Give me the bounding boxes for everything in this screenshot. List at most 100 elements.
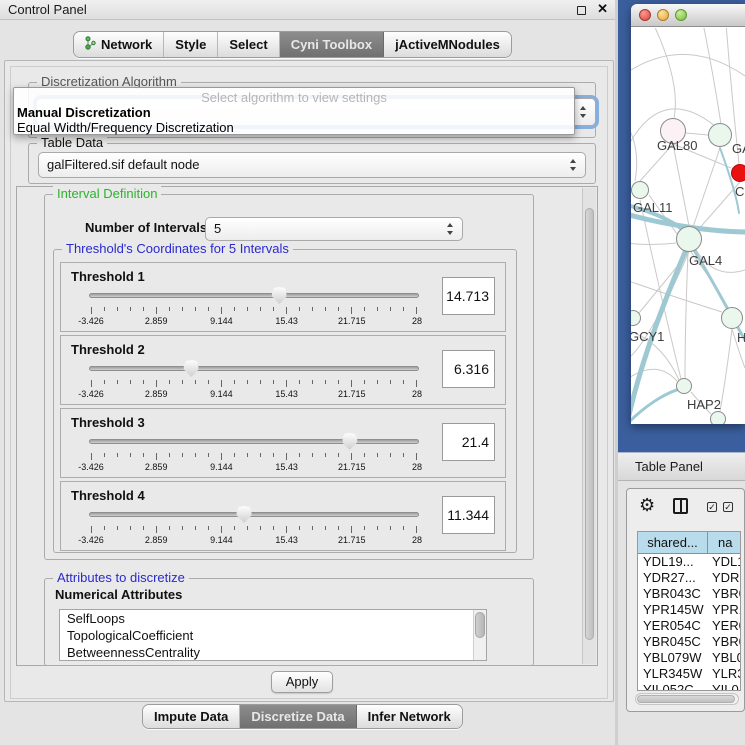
apply-button[interactable]: Apply [271, 671, 333, 693]
network-node-h[interactable] [721, 307, 743, 329]
attribute-list-item[interactable]: SelfLoops [60, 610, 486, 627]
checkbox-checked-icon[interactable]: ✓ [707, 502, 717, 512]
slider-thumb[interactable] [237, 506, 252, 523]
tab-impute-data[interactable]: Impute Data [143, 705, 240, 728]
tick-mark [130, 307, 131, 311]
threshold-slider[interactable]: -3.4262.8599.14415.4321.71528 [89, 506, 419, 546]
settings-gear-icon[interactable]: ⚙ [639, 495, 655, 516]
edge[interactable] [686, 133, 708, 135]
checkbox-checked-icon[interactable]: ✓ [723, 502, 733, 512]
edge[interactable] [653, 28, 675, 118]
edge[interactable] [631, 54, 745, 76]
table-row[interactable]: YPR145WYPR1 [638, 602, 740, 618]
tick-mark [364, 307, 365, 311]
tick-label: 21.715 [338, 535, 366, 545]
scrollbar-thumb[interactable] [637, 695, 735, 703]
table-row[interactable]: YBR045CYBR0 [638, 634, 740, 650]
split-columns-icon[interactable] [673, 498, 688, 514]
table-row[interactable]: YER054CYER0 [638, 618, 740, 634]
threshold-slider[interactable]: -3.4262.8599.14415.4321.71528 [89, 433, 419, 473]
slider-track[interactable] [89, 512, 419, 517]
tab-cyni-toolbox[interactable]: Cyni Toolbox [280, 32, 384, 57]
tick-mark [169, 307, 170, 311]
vertical-scrollbar[interactable] [582, 188, 596, 664]
algorithm-option[interactable]: Equal Width/Frequency Discretization [14, 120, 574, 135]
edge[interactable] [720, 329, 732, 411]
tick-label: 2.859 [145, 389, 168, 399]
table-row[interactable]: YIL052CYIL0 [638, 682, 740, 691]
edge-highlighted[interactable] [631, 388, 683, 424]
tick-mark [234, 453, 235, 457]
slider-track[interactable] [89, 439, 419, 444]
node-label: GCY1 [631, 329, 664, 344]
threshold-slider[interactable]: -3.4262.8599.14415.4321.71528 [89, 287, 419, 327]
table-row[interactable]: YBR043CYBR0 [638, 586, 740, 602]
tick-mark [247, 307, 248, 311]
tick-label: -3.426 [78, 462, 104, 472]
edge[interactable] [631, 280, 722, 312]
right-region: GAL80GACGAL11GAL4GCY1HHAP2 Table Panel ⚙… [618, 0, 745, 745]
attribute-list-item[interactable]: BetweennessCentrality [60, 644, 486, 661]
node-attribute-table[interactable]: shared...na YDL19...YDL1YDR27...YDR2YBR0… [637, 531, 741, 691]
edge[interactable] [673, 144, 689, 226]
float-window-icon[interactable] [577, 6, 586, 15]
list-vertical-scrollbar[interactable] [473, 610, 486, 660]
slider-track[interactable] [89, 366, 419, 371]
tab-network[interactable]: Network [74, 32, 164, 57]
scrollbar-thumb[interactable] [585, 208, 594, 640]
network-canvas[interactable]: GAL80GACGAL11GAL4GCY1HHAP2 [631, 28, 745, 424]
table-row[interactable]: YDR27...YDR2 [638, 570, 740, 586]
edge[interactable] [631, 243, 676, 245]
network-node-c[interactable] [731, 164, 745, 182]
threshold-slider[interactable]: -3.4262.8599.14415.4321.71528 [89, 360, 419, 400]
threshold-value-field[interactable]: 21.4 [442, 423, 495, 461]
algorithm-option[interactable]: Manual Discretization [14, 105, 574, 120]
tab-discretize-data[interactable]: Discretize Data [240, 705, 356, 728]
tick-mark [182, 380, 183, 384]
table-data-combobox[interactable]: galFiltered.sif default node [38, 152, 586, 178]
zoom-traffic-light-icon[interactable] [675, 9, 687, 21]
network-node-ga[interactable] [708, 123, 732, 147]
tab-label: Cyni Toolbox [291, 37, 372, 52]
edge[interactable] [685, 252, 688, 378]
tab-infer-network[interactable]: Infer Network [357, 705, 462, 728]
slider-thumb[interactable] [184, 360, 199, 377]
slider-thumb[interactable] [272, 287, 287, 304]
close-traffic-light-icon[interactable] [639, 9, 651, 21]
column-header[interactable]: na [708, 532, 741, 553]
horizontal-scrollbar[interactable] [635, 693, 739, 705]
minimize-traffic-light-icon[interactable] [657, 9, 669, 21]
edge[interactable] [693, 148, 720, 227]
close-icon[interactable]: ✕ [597, 1, 608, 17]
network-node-hap2[interactable] [676, 378, 692, 394]
threshold-value-field[interactable]: 6.316 [442, 350, 495, 388]
tab-style[interactable]: Style [164, 32, 218, 57]
table-row[interactable]: YBL079WYBL0 [638, 650, 740, 666]
edge[interactable] [703, 28, 721, 124]
tick-mark [416, 380, 417, 387]
slider-tick-labels: -3.4262.8599.14415.4321.71528 [91, 462, 417, 473]
scrollbar-thumb[interactable] [475, 612, 485, 638]
threshold-value-field[interactable]: 11.344 [442, 496, 495, 534]
thresholds-group: Threshold's Coordinates for 5 Intervals … [53, 249, 517, 553]
numerical-attributes-list[interactable]: SelfLoopsTopologicalCoefficientBetweenne… [59, 609, 487, 661]
slider-thumb[interactable] [342, 433, 357, 450]
tick-label: 28 [412, 389, 422, 399]
threshold-value-field[interactable]: 14.713 [442, 277, 495, 315]
table-row[interactable]: YLR345WYLR3 [638, 666, 740, 682]
edge[interactable] [631, 123, 637, 181]
tab-jactivemnodules[interactable]: jActiveMNodules [384, 32, 511, 57]
threshold-label: Threshold 4 [71, 488, 145, 503]
table-row[interactable]: YDL19...YDL1 [638, 554, 740, 570]
tick-mark [325, 380, 326, 384]
network-node-gal11[interactable] [631, 181, 649, 199]
network-node[interactable] [710, 411, 726, 424]
slider-track[interactable] [89, 293, 419, 298]
attribute-list-item[interactable]: TopologicalCoefficient [60, 627, 486, 644]
tick-label: 9.144 [210, 316, 233, 326]
network-node-gal4[interactable] [676, 226, 702, 252]
tab-select[interactable]: Select [218, 32, 279, 57]
number-of-intervals-combobox[interactable]: 5 [205, 217, 463, 241]
column-header[interactable]: shared... [638, 532, 708, 553]
tick-mark [221, 526, 222, 533]
